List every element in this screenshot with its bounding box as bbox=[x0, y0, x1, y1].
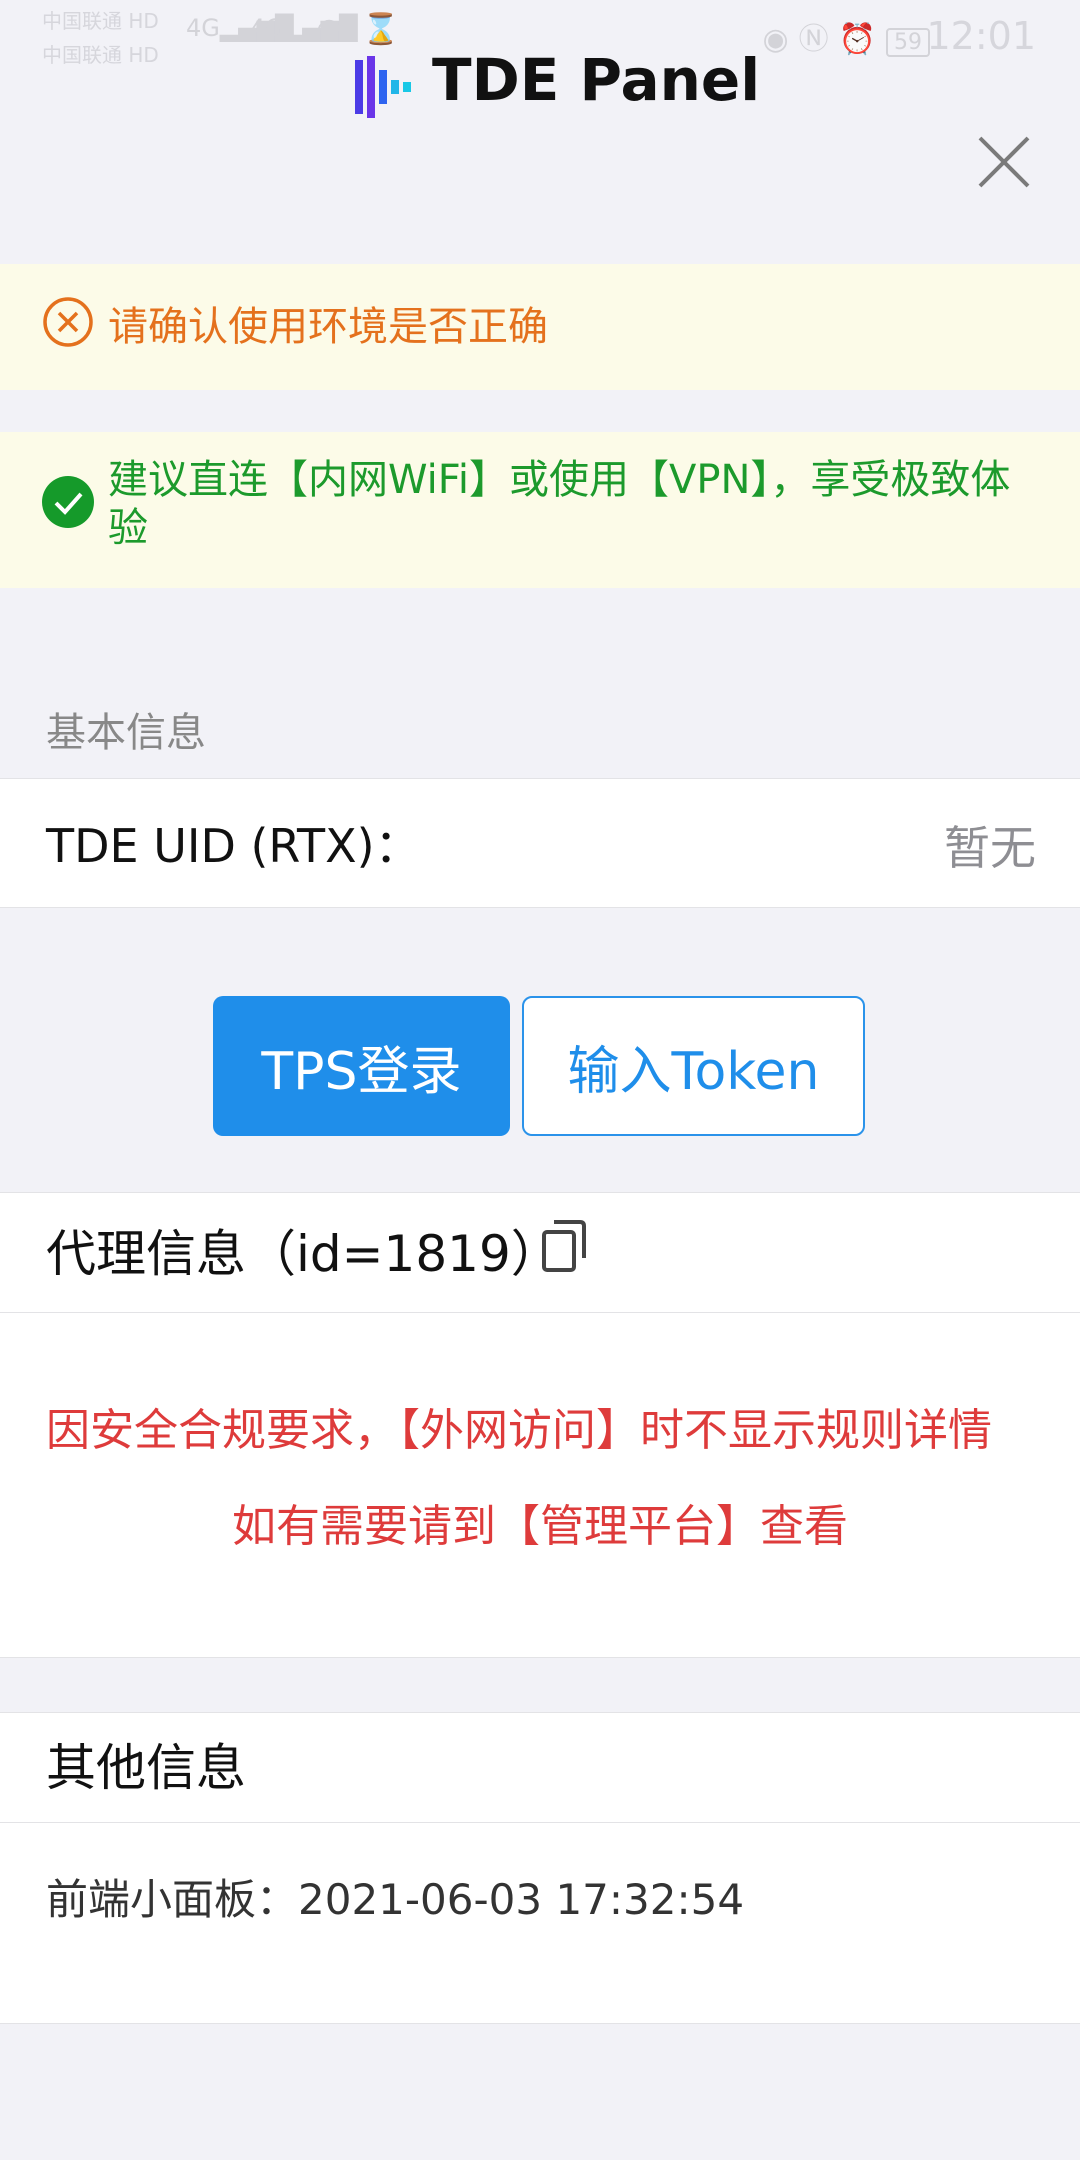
frontend-label: 前端小面板： bbox=[46, 1875, 299, 1924]
other-info-title: 其他信息 bbox=[46, 1739, 246, 1797]
clock: 12:01 bbox=[926, 14, 1036, 58]
copy-icon[interactable] bbox=[540, 1218, 588, 1274]
nfc-icon: Ⓝ bbox=[798, 22, 839, 57]
close-icon[interactable] bbox=[976, 134, 1032, 190]
basic-info-label: 基本信息 bbox=[46, 710, 206, 756]
divider bbox=[0, 1312, 1080, 1313]
carrier-2: 中国联通 HD bbox=[42, 43, 159, 67]
app-title: TDE Panel bbox=[432, 46, 761, 114]
wifi-icon: ◠ bbox=[316, 12, 343, 47]
battery-icon: 59 bbox=[886, 28, 930, 57]
uid-value: 暂无 bbox=[944, 821, 1036, 875]
env-warning-text: 请确认使用环境是否正确 bbox=[108, 304, 548, 350]
divider bbox=[0, 1822, 1080, 1823]
check-circle-icon bbox=[42, 476, 94, 528]
compliance-warning-line2: 如有需要请到【管理平台】查看 bbox=[232, 1501, 848, 1552]
tde-logo-icon bbox=[355, 56, 411, 118]
tps-login-button[interactable]: TPS登录 bbox=[213, 996, 510, 1136]
error-circle-icon bbox=[43, 297, 93, 347]
status-icons: ◉Ⓝ⏰ 59 bbox=[762, 14, 930, 58]
proxy-info-title: 代理信息（id=1819） bbox=[46, 1225, 561, 1283]
frontend-value: 2021-06-03 17:32:54 bbox=[298, 1875, 745, 1924]
uid-label: TDE UID (RTX)： bbox=[46, 819, 421, 873]
hourglass-icon: ⌛ bbox=[362, 12, 400, 47]
connection-tip-text: 建议直连【内网WiFi】或使用【VPN】，享受极致体验 bbox=[108, 457, 1011, 551]
input-token-button[interactable]: 输入Token bbox=[522, 996, 865, 1136]
eye-icon: ◉ bbox=[762, 22, 799, 57]
compliance-warning-line1: 因安全合规要求，【外网访问】时不显示规则详情 bbox=[46, 1405, 992, 1456]
frontend-version: 前端小面板：2021-06-03 17:32:54 bbox=[46, 1866, 744, 1927]
alarm-icon: ⏰ bbox=[838, 22, 886, 57]
carrier-1: 中国联通 HD bbox=[42, 9, 159, 33]
